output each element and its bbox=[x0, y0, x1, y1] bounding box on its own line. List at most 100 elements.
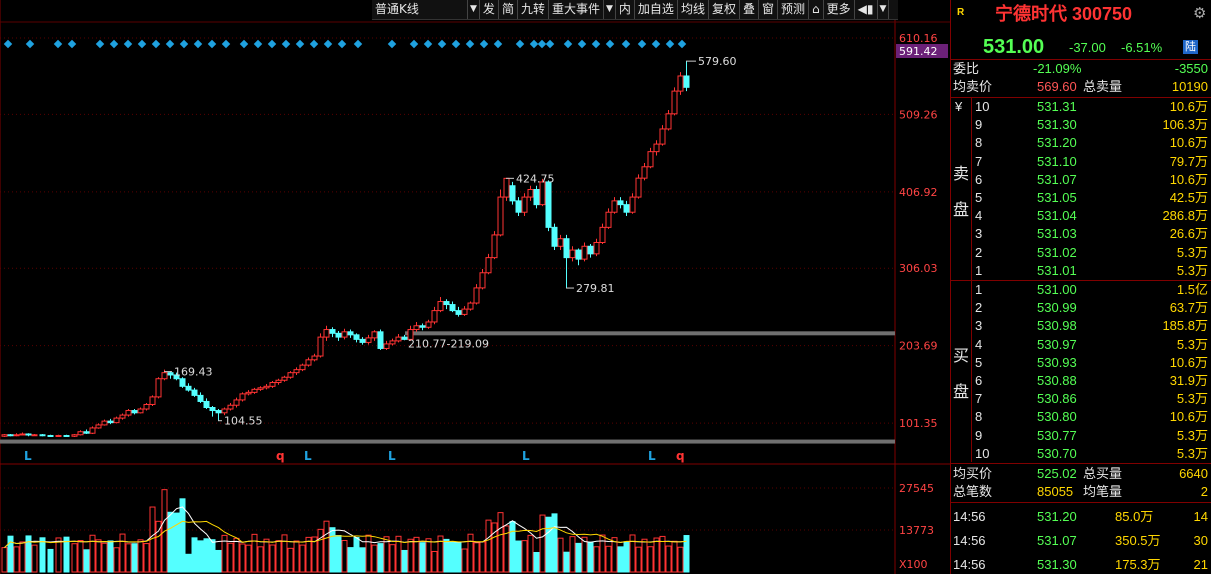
candle-body[interactable] bbox=[7, 434, 14, 437]
volume-bar[interactable] bbox=[275, 540, 282, 573]
candle-body[interactable] bbox=[671, 90, 678, 115]
bid-row[interactable]: 3 530.98 185.8万 bbox=[951, 317, 1211, 335]
candle-body[interactable] bbox=[353, 334, 360, 340]
volume-bar[interactable] bbox=[101, 542, 108, 573]
ask-row[interactable]: 7 531.10 79.7万 bbox=[951, 153, 1211, 171]
volume-bar[interactable] bbox=[365, 534, 372, 573]
candle-body[interactable] bbox=[149, 396, 156, 405]
volume-bar[interactable] bbox=[533, 551, 540, 573]
volume-bar[interactable] bbox=[257, 546, 264, 573]
candle-body[interactable] bbox=[623, 204, 630, 213]
candle-body[interactable] bbox=[215, 410, 222, 414]
volume-bar[interactable] bbox=[107, 540, 114, 573]
candle-body[interactable] bbox=[545, 181, 552, 228]
candle-body[interactable] bbox=[509, 185, 516, 202]
candle-body[interactable] bbox=[677, 75, 684, 92]
volume-bar[interactable] bbox=[635, 546, 642, 573]
volume-bar[interactable] bbox=[13, 546, 20, 573]
volume-bar[interactable] bbox=[55, 537, 62, 573]
candle-body[interactable] bbox=[299, 364, 306, 371]
candle-body[interactable] bbox=[31, 434, 38, 437]
volume-bar[interactable] bbox=[467, 533, 474, 573]
volume-bar[interactable] bbox=[269, 544, 276, 573]
candle-body[interactable] bbox=[293, 369, 300, 374]
volume-bar[interactable] bbox=[191, 537, 198, 573]
candle-body[interactable] bbox=[599, 226, 606, 243]
volume-bar[interactable] bbox=[335, 535, 342, 573]
candle-body[interactable] bbox=[461, 308, 468, 315]
volume-bar[interactable] bbox=[245, 544, 252, 573]
volume-bar[interactable] bbox=[95, 539, 102, 573]
volume-bar[interactable] bbox=[629, 534, 636, 573]
volume-bar[interactable] bbox=[119, 533, 126, 573]
volume-bar[interactable] bbox=[113, 547, 120, 573]
candle-body[interactable] bbox=[55, 435, 62, 438]
volume-bar[interactable] bbox=[551, 513, 558, 573]
ask-row[interactable]: 2 531.02 5.3万 bbox=[951, 244, 1211, 262]
candle-body[interactable] bbox=[161, 372, 168, 380]
candle-body[interactable] bbox=[113, 417, 120, 424]
volume-bar[interactable] bbox=[509, 521, 516, 573]
volume-bar[interactable] bbox=[449, 541, 456, 573]
volume-bar[interactable] bbox=[179, 498, 186, 573]
candle-body[interactable] bbox=[323, 329, 330, 338]
gear-icon[interactable]: ⚙ bbox=[1193, 4, 1206, 24]
candle-body[interactable] bbox=[191, 389, 198, 396]
volume-bar[interactable] bbox=[611, 537, 618, 573]
candle-body[interactable] bbox=[209, 407, 216, 412]
candle-body[interactable] bbox=[665, 113, 672, 130]
candle-body[interactable] bbox=[653, 143, 660, 153]
candle-body[interactable] bbox=[1, 434, 8, 437]
candle-body[interactable] bbox=[557, 238, 564, 247]
volume-bar[interactable] bbox=[239, 543, 246, 573]
volume-bars[interactable] bbox=[1, 489, 690, 573]
candle-body[interactable] bbox=[251, 388, 258, 393]
candle-body[interactable] bbox=[629, 196, 636, 213]
volume-bar[interactable] bbox=[287, 547, 294, 573]
volume-bar[interactable] bbox=[497, 512, 504, 573]
candle-body[interactable] bbox=[389, 340, 396, 345]
volume-bar[interactable] bbox=[407, 538, 414, 573]
candle-body[interactable] bbox=[305, 359, 312, 366]
volume-bar[interactable] bbox=[479, 541, 486, 573]
volume-bar[interactable] bbox=[491, 522, 498, 573]
volume-bar[interactable] bbox=[47, 548, 54, 573]
volume-bar[interactable] bbox=[521, 540, 528, 573]
candle-body[interactable] bbox=[515, 200, 522, 213]
candle-body[interactable] bbox=[89, 427, 96, 434]
candle-body[interactable] bbox=[467, 302, 474, 310]
volume-bar[interactable] bbox=[455, 541, 462, 573]
candle-body[interactable] bbox=[437, 301, 444, 312]
candle-body[interactable] bbox=[581, 245, 588, 260]
volume-bar[interactable] bbox=[545, 516, 552, 573]
candle-body[interactable] bbox=[443, 301, 450, 306]
candle-body[interactable] bbox=[227, 404, 234, 410]
candle-body[interactable] bbox=[329, 329, 336, 334]
candle-body[interactable] bbox=[287, 372, 294, 378]
volume-bar[interactable] bbox=[665, 545, 672, 573]
candle-body[interactable] bbox=[485, 257, 492, 274]
candle-body[interactable] bbox=[605, 211, 612, 228]
volume-bar[interactable] bbox=[63, 536, 70, 573]
candle-body[interactable] bbox=[413, 325, 420, 331]
bid-row[interactable]: 9 530.77 5.3万 bbox=[951, 427, 1211, 445]
candle-body[interactable] bbox=[425, 321, 432, 328]
volume-bar[interactable] bbox=[389, 544, 396, 573]
candle-body[interactable] bbox=[473, 287, 480, 304]
candle-body[interactable] bbox=[371, 331, 378, 339]
candle-body[interactable] bbox=[593, 241, 600, 255]
ask-row[interactable]: 1 531.01 5.3万 bbox=[951, 262, 1211, 280]
ask-row[interactable]: 8 531.20 10.6万 bbox=[951, 134, 1211, 152]
candle-body[interactable] bbox=[365, 337, 372, 343]
volume-bar[interactable] bbox=[443, 538, 450, 573]
volume-bar[interactable] bbox=[341, 540, 348, 573]
candle-body[interactable] bbox=[47, 435, 54, 438]
candle-body[interactable] bbox=[13, 434, 20, 437]
candle-body[interactable] bbox=[455, 310, 462, 315]
candle-body[interactable] bbox=[395, 336, 402, 342]
volume-bar[interactable] bbox=[31, 544, 38, 573]
candle-body[interactable] bbox=[641, 166, 648, 179]
candle-body[interactable] bbox=[383, 343, 390, 349]
volume-bar[interactable] bbox=[557, 537, 564, 573]
volume-bar[interactable] bbox=[125, 543, 132, 573]
